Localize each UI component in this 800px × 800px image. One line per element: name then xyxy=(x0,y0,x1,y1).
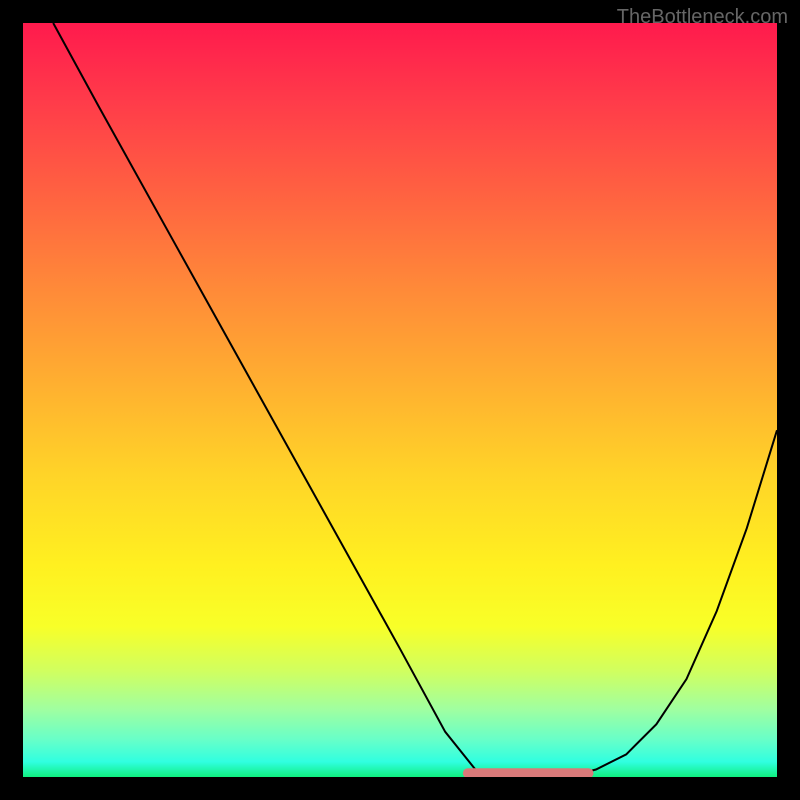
watermark-text: TheBottleneck.com xyxy=(617,6,788,29)
bottleneck-curve xyxy=(53,23,777,777)
chart-svg xyxy=(23,23,777,777)
plot-gradient-area xyxy=(23,23,777,777)
